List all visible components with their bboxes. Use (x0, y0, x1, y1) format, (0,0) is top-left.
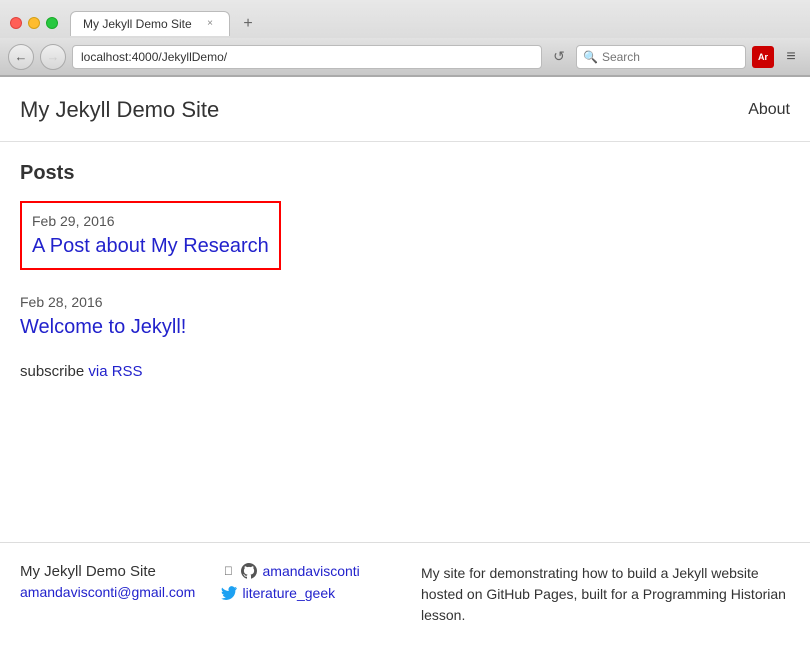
post-date-2: Feb 28, 2016 (20, 294, 790, 310)
twitter-svg (221, 585, 237, 601)
adobe-icon: Ar (758, 52, 768, 62)
forward-button[interactable]: → (40, 44, 66, 70)
search-input[interactable] (602, 50, 722, 64)
post-link-2[interactable]: Welcome to Jekyll! (20, 316, 186, 338)
subscribe-text: subscribe (20, 363, 88, 380)
active-tab[interactable]: My Jekyll Demo Site × (70, 11, 230, 36)
url-text: localhost:4000/JekyllDemo/ (81, 50, 227, 64)
back-button[interactable]: ← (8, 44, 34, 70)
refresh-icon: ↺ (553, 48, 565, 65)
forward-icon: → (47, 49, 60, 64)
github-link[interactable]:  amandavisconti (221, 563, 406, 579)
close-button[interactable] (10, 17, 22, 29)
back-icon: ← (15, 49, 28, 64)
page-main: Posts Feb 29, 2016 A Post about My Resea… (0, 142, 810, 542)
tab-bar: My Jekyll Demo Site × + (70, 11, 800, 36)
site-header: My Jekyll Demo Site About (0, 77, 810, 142)
tab-title: My Jekyll Demo Site (83, 17, 195, 31)
refresh-button[interactable]: ↺ (548, 46, 570, 68)
twitter-link[interactable]: literature_geek (221, 585, 406, 601)
github-username: amandavisconti (263, 563, 360, 579)
site-title: My Jekyll Demo Site (20, 97, 219, 123)
post-link-1[interactable]: A Post about My Research (32, 235, 269, 257)
post-item-1: Feb 29, 2016 A Post about My Research (20, 201, 281, 270)
adobe-button[interactable]: Ar (752, 46, 774, 68)
posts-heading: Posts (20, 162, 790, 185)
title-bar: My Jekyll Demo Site × + (0, 0, 810, 38)
github-svg (241, 563, 257, 579)
search-bar[interactable]: 🔍 (576, 45, 746, 69)
post-date-1: Feb 29, 2016 (32, 213, 269, 229)
browser-chrome: My Jekyll Demo Site × + ← → localhost:40… (0, 0, 810, 77)
footer-description: My site for demonstrating how to build a… (421, 563, 790, 626)
footer-email-link[interactable]: amandavisconti@gmail.com (20, 584, 195, 600)
url-bar[interactable]: localhost:4000/JekyllDemo/ (72, 45, 542, 69)
minimize-button[interactable] (28, 17, 40, 29)
page-footer: My Jekyll Demo Site amandavisconti@gmail… (0, 542, 810, 646)
post-item-2: Feb 28, 2016 Welcome to Jekyll! (20, 294, 790, 339)
subscribe-line: subscribe via RSS (20, 363, 790, 380)
about-link[interactable]: About (748, 101, 790, 119)
tab-close-button[interactable]: × (203, 17, 217, 31)
footer-site-name: My Jekyll Demo Site (20, 563, 205, 580)
twitter-username: literature_geek (243, 585, 336, 601)
footer-col-3: My site for demonstrating how to build a… (421, 563, 790, 626)
new-tab-button[interactable]: + (236, 12, 260, 36)
traffic-lights (10, 17, 58, 29)
footer-col-1: My Jekyll Demo Site amandavisconti@gmail… (20, 563, 205, 626)
search-icon: 🔍 (583, 50, 598, 64)
page-wrapper: My Jekyll Demo Site About Posts Feb 29, … (0, 77, 810, 659)
menu-button[interactable]: ≡ (780, 46, 802, 68)
footer-col-2:  amandavisconti literature_geek (221, 563, 406, 626)
github-icon:  (221, 563, 237, 579)
nav-bar: ← → localhost:4000/JekyllDemo/ ↺ 🔍 Ar ≡ (0, 38, 810, 76)
menu-icon: ≡ (786, 48, 795, 66)
rss-link[interactable]: via RSS (88, 363, 142, 380)
maximize-button[interactable] (46, 17, 58, 29)
